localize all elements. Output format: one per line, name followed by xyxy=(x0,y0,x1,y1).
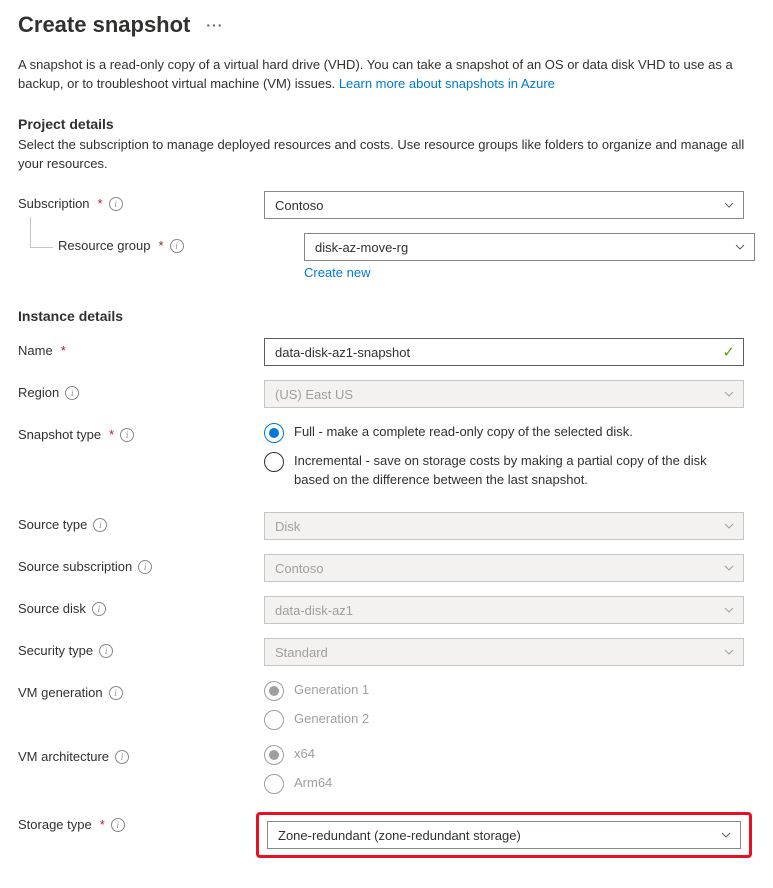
create-new-link[interactable]: Create new xyxy=(304,265,370,280)
required-indicator: * xyxy=(159,238,164,253)
chevron-down-icon xyxy=(723,388,735,400)
page-title: Create snapshot ··· xyxy=(18,12,755,38)
region-label-text: Region xyxy=(18,385,59,400)
chevron-down-icon xyxy=(723,520,735,532)
info-icon[interactable]: i xyxy=(115,750,129,764)
name-value: data-disk-az1-snapshot xyxy=(275,345,410,360)
snapshot-type-label: Snapshot type * i xyxy=(18,422,264,442)
snapshot-type-incremental-radio[interactable] xyxy=(264,452,284,472)
vm-generation-1-label: Generation 1 xyxy=(294,680,369,700)
security-type-value: Standard xyxy=(275,645,328,660)
intro-text: A snapshot is a read-only copy of a virt… xyxy=(18,56,755,94)
vm-architecture-label: VM architecture i xyxy=(18,744,264,764)
subscription-select[interactable]: Contoso xyxy=(264,191,744,219)
vm-generation-1-radio xyxy=(264,681,284,701)
tree-connector xyxy=(30,217,53,248)
storage-type-select[interactable]: Zone-redundant (zone-redundant storage) xyxy=(267,821,741,849)
subscription-value: Contoso xyxy=(275,198,323,213)
resource-group-value: disk-az-move-rg xyxy=(315,240,408,255)
vm-architecture-label-text: VM architecture xyxy=(18,749,109,764)
snapshot-type-full-radio[interactable] xyxy=(264,423,284,443)
info-icon[interactable]: i xyxy=(138,560,152,574)
source-disk-label: Source disk i xyxy=(18,596,264,616)
page-title-text: Create snapshot xyxy=(18,12,190,38)
vm-architecture-x64-label: x64 xyxy=(294,744,315,764)
source-disk-select: data-disk-az1 xyxy=(264,596,744,624)
storage-type-value: Zone-redundant (zone-redundant storage) xyxy=(278,828,521,843)
resource-group-select[interactable]: disk-az-move-rg xyxy=(304,233,755,261)
vm-generation-2-radio xyxy=(264,710,284,730)
subscription-label: Subscription * i xyxy=(18,191,264,211)
source-type-label-text: Source type xyxy=(18,517,87,532)
project-details-desc: Select the subscription to manage deploy… xyxy=(18,136,755,174)
info-icon[interactable]: i xyxy=(120,428,134,442)
required-indicator: * xyxy=(61,343,66,358)
region-select: (US) East US xyxy=(264,380,744,408)
resource-group-label-text: Resource group xyxy=(58,238,151,253)
required-indicator: * xyxy=(109,427,114,442)
source-type-value: Disk xyxy=(275,519,300,534)
chevron-down-icon xyxy=(723,199,735,211)
source-type-select: Disk xyxy=(264,512,744,540)
source-subscription-value: Contoso xyxy=(275,561,323,576)
name-label-text: Name xyxy=(18,343,53,358)
region-label: Region i xyxy=(18,380,264,400)
learn-more-link[interactable]: Learn more about snapshots in Azure xyxy=(339,76,555,91)
vm-architecture-arm64-radio xyxy=(264,774,284,794)
vm-generation-2-label: Generation 2 xyxy=(294,709,369,729)
vm-architecture-arm64-label: Arm64 xyxy=(294,773,332,793)
snapshot-type-radio-group: Full - make a complete read-only copy of… xyxy=(264,422,744,490)
instance-details-heading: Instance details xyxy=(18,308,755,324)
source-subscription-label: Source subscription i xyxy=(18,554,264,574)
chevron-down-icon xyxy=(723,604,735,616)
vm-generation-label-text: VM generation xyxy=(18,685,103,700)
security-type-label: Security type i xyxy=(18,638,264,658)
chevron-down-icon xyxy=(723,562,735,574)
chevron-down-icon xyxy=(723,646,735,658)
vm-architecture-radio-group: x64 Arm64 xyxy=(264,744,744,794)
info-icon[interactable]: i xyxy=(109,686,123,700)
vm-architecture-x64-radio xyxy=(264,745,284,765)
info-icon[interactable]: i xyxy=(99,644,113,658)
source-disk-value: data-disk-az1 xyxy=(275,603,353,618)
more-actions-button[interactable]: ··· xyxy=(200,15,229,35)
vm-generation-radio-group: Generation 1 Generation 2 xyxy=(264,680,744,730)
vm-generation-label: VM generation i xyxy=(18,680,264,700)
region-value: (US) East US xyxy=(275,387,353,402)
name-input[interactable]: data-disk-az1-snapshot ✓ xyxy=(264,338,744,366)
snapshot-type-full-label: Full - make a complete read-only copy of… xyxy=(294,422,633,442)
check-icon: ✓ xyxy=(722,343,735,361)
source-type-label: Source type i xyxy=(18,512,264,532)
subscription-label-text: Subscription xyxy=(18,196,90,211)
required-indicator: * xyxy=(100,817,105,832)
chevron-down-icon xyxy=(734,241,746,253)
snapshot-type-label-text: Snapshot type xyxy=(18,427,101,442)
security-type-select: Standard xyxy=(264,638,744,666)
storage-type-label-text: Storage type xyxy=(18,817,92,832)
source-disk-label-text: Source disk xyxy=(18,601,86,616)
info-icon[interactable]: i xyxy=(170,239,184,253)
info-icon[interactable]: i xyxy=(65,386,79,400)
required-indicator: * xyxy=(98,196,103,211)
project-details-heading: Project details xyxy=(18,116,755,132)
source-subscription-label-text: Source subscription xyxy=(18,559,132,574)
storage-type-label: Storage type * i xyxy=(18,812,264,832)
resource-group-label: Resource group * i xyxy=(18,233,304,253)
info-icon[interactable]: i xyxy=(93,518,107,532)
snapshot-type-incremental-label: Incremental - save on storage costs by m… xyxy=(294,451,744,490)
storage-type-highlight: Zone-redundant (zone-redundant storage) xyxy=(256,812,752,858)
info-icon[interactable]: i xyxy=(109,197,123,211)
chevron-down-icon xyxy=(720,829,732,841)
security-type-label-text: Security type xyxy=(18,643,93,658)
source-subscription-select: Contoso xyxy=(264,554,744,582)
info-icon[interactable]: i xyxy=(111,818,125,832)
info-icon[interactable]: i xyxy=(92,602,106,616)
name-label: Name * xyxy=(18,338,264,358)
